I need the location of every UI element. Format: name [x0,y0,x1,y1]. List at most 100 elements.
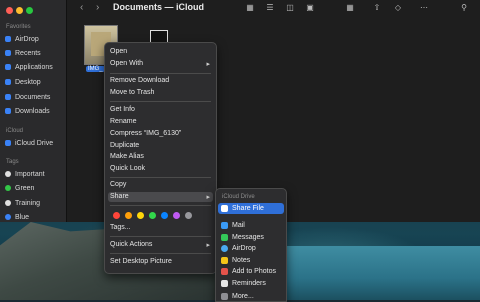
menu-item-copy[interactable]: Copy [110,181,126,188]
share-item-label: AirDrop [232,245,256,252]
tag-yellow-icon[interactable] [137,212,144,219]
applications-icon [5,64,11,70]
sidebar-item-label: Applications [15,63,53,71]
menu-divider [110,101,211,102]
list-view-icon[interactable]: ☰ [264,2,276,13]
sidebar-item-label: Blue [15,213,30,221]
share-item-label: Messages [232,234,264,241]
sidebar-item-label: Important [15,170,45,178]
sidebar-tag-important[interactable]: Important [5,168,63,180]
context-menu: Open Open With ▸ Remove Download Move to… [104,42,217,274]
gallery-view-icon[interactable]: ▣ [304,2,316,13]
share-item-notes[interactable]: Notes [221,257,250,264]
menu-item-open-with[interactable]: Open With [110,60,143,67]
reminders-icon [221,280,228,287]
sidebar-tag-blue[interactable]: Blue [5,211,63,223]
search-icon[interactable]: ⚲ [458,2,470,13]
menu-divider [110,205,211,206]
share-icon[interactable]: ⇧ [371,2,383,13]
share-submenu-heading: iCloud Drive [222,194,255,200]
share-item-label: More... [232,293,254,300]
sidebar-item-label: Recents [15,49,41,57]
share-file-icon [221,205,228,212]
clock-icon [5,50,11,56]
tag-icon[interactable]: ◇ [392,2,404,13]
more-icon [221,293,228,300]
more-actions-icon[interactable]: ⋯ [418,2,430,13]
tag-orange-icon[interactable] [125,212,132,219]
share-submenu: iCloud Drive Share File Mail Messages Ai… [215,188,287,302]
chevron-right-icon: ▸ [206,242,210,249]
menu-item-quick-look[interactable]: Quick Look [110,165,145,172]
share-item-mail[interactable]: Mail [221,222,245,229]
menu-item-open[interactable]: Open [110,48,127,55]
menu-item-tags[interactable]: Tags... [110,224,131,231]
sidebar-tag-green[interactable]: Green [5,182,63,194]
sidebar-item-label: Green [15,184,35,192]
tag-blue-icon[interactable] [161,212,168,219]
messages-icon [221,234,228,241]
share-item-add-to-photos[interactable]: Add to Photos [221,268,276,275]
tag-dot-icon [5,171,11,177]
tag-purple-icon[interactable] [173,212,180,219]
sidebar-item-downloads[interactable]: Downloads [5,105,63,117]
airdrop-icon [221,245,228,252]
menu-item-get-info[interactable]: Get Info [110,106,135,113]
sidebar-heading-favorites: Favorites [6,24,31,30]
tag-dot-icon [5,214,11,220]
sidebar-item-label: AirDrop [15,35,39,43]
menu-item-rename[interactable]: Rename [110,118,136,125]
back-arrow-icon[interactable]: ‹ [80,2,83,13]
desktop-icon [5,79,11,85]
forward-arrow-icon[interactable]: › [96,2,99,13]
sidebar-item-icloud-drive[interactable]: iCloud Drive [5,137,63,149]
window-title: Documents — iCloud [113,2,205,12]
minimize-button[interactable] [16,7,23,14]
menu-item-move-to-trash[interactable]: Move to Trash [110,89,154,96]
menu-item-set-desktop-picture[interactable]: Set Desktop Picture [110,258,172,265]
sidebar-item-label: iCloud Drive [15,139,54,147]
share-item-label: Notes [232,257,251,264]
menu-item-share[interactable]: Share [110,193,129,200]
icon-view-icon[interactable]: ▦ [244,2,256,13]
menu-item-make-alias[interactable]: Make Alias [110,153,144,160]
sidebar: Favorites AirDrop Recents Applications D… [0,0,67,222]
sidebar-item-label: Documents [15,93,51,101]
sidebar-tag-training[interactable]: Training [5,197,63,209]
share-item-label: Reminders [232,280,266,287]
sidebar-item-documents[interactable]: Documents [5,91,63,103]
menu-divider [110,236,211,237]
sidebar-item-applications[interactable]: Applications [5,61,63,73]
share-item-messages[interactable]: Messages [221,234,264,241]
tag-dot-icon [5,200,11,206]
sidebar-item-recents[interactable]: Recents [5,47,63,59]
share-item-share-file[interactable]: Share File [221,205,264,212]
mail-icon [221,222,228,229]
chevron-right-icon: ▸ [206,194,210,201]
notes-icon [221,257,228,264]
column-view-icon[interactable]: ◫ [284,2,296,13]
share-item-more[interactable]: More... [221,293,254,300]
menu-item-duplicate[interactable]: Duplicate [110,142,139,149]
menu-item-compress[interactable]: Compress “IMG_6130” [110,130,181,137]
sidebar-item-airdrop[interactable]: AirDrop [5,33,63,45]
download-icon [5,108,11,114]
airdrop-icon [5,36,11,42]
sidebar-item-desktop[interactable]: Desktop [5,76,63,88]
sidebar-heading-icloud: iCloud [6,128,24,134]
menu-item-quick-actions[interactable]: Quick Actions [110,241,152,248]
tag-gray-icon[interactable] [185,212,192,219]
share-item-label: Share File [232,205,264,212]
share-item-airdrop[interactable]: AirDrop [221,245,256,252]
menu-divider [110,177,211,178]
group-icon[interactable]: ▦ [344,2,356,13]
zoom-button[interactable] [26,7,33,14]
close-button[interactable] [6,7,13,14]
share-item-reminders[interactable]: Reminders [221,280,266,287]
menu-item-remove-download[interactable]: Remove Download [110,77,169,84]
file-name-label[interactable]: IMG_ [86,66,105,72]
tag-red-icon[interactable] [113,212,120,219]
tag-green-icon[interactable] [149,212,156,219]
menu-divider [110,253,211,254]
share-item-label: Mail [232,222,245,229]
